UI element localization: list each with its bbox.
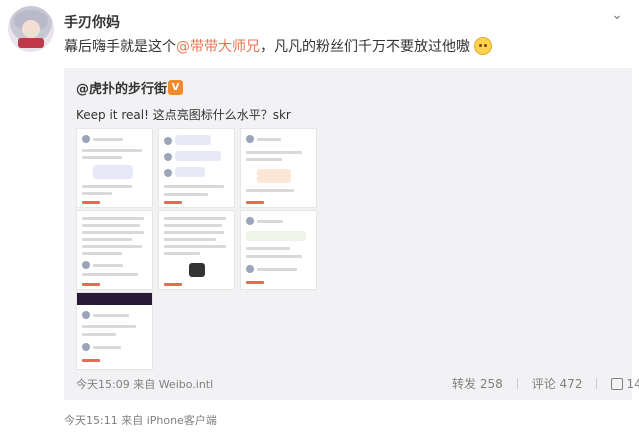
repost-image[interactable] [240, 128, 317, 208]
post-text: 幕后嗨手就是这个@带带大师兄，凡凡的粉丝们千万不要放过他嗷 [64, 36, 493, 56]
repost-actions: 转发 258 评论 472 1435 [452, 375, 639, 392]
repost-image[interactable] [76, 292, 153, 370]
repost-timestamp: 今天15:09 来自 Weibo.intl [76, 378, 214, 391]
repost-image[interactable] [240, 210, 317, 290]
like-count[interactable]: 1435 [626, 377, 639, 391]
repost-image[interactable] [158, 128, 235, 208]
repost-text: Keep it real! 这点亮图标什么水平？skr [76, 108, 291, 122]
post-text-before: 幕后嗨手就是这个 [64, 39, 176, 55]
repost-card: @虎扑的步行街 V Keep it real! 这点亮图标什么水平？skr 今天… [64, 68, 639, 400]
emoji-icon [474, 37, 493, 55]
like-icon[interactable] [611, 378, 624, 390]
chevron-down-icon[interactable]: ⌄ [608, 8, 626, 22]
comment-count-button[interactable]: 评论 472 [532, 377, 583, 391]
post-text-after: ，凡凡的粉丝们千万不要放过他嗷 [260, 39, 470, 55]
verified-icon: V [168, 80, 183, 95]
repost-image[interactable] [158, 210, 235, 290]
post-timestamp: 今天15:11 来自 iPhone客户端 [64, 414, 217, 427]
repost-user-link[interactable]: @虎扑的步行街 [76, 78, 167, 97]
mention-link[interactable]: @带带大师兄 [176, 39, 260, 55]
repost-count-button[interactable]: 转发 258 [452, 377, 503, 391]
repost-image[interactable] [76, 210, 153, 290]
repost-image[interactable] [76, 128, 153, 208]
author-name[interactable]: 手刃你妈 [64, 12, 120, 32]
avatar[interactable] [8, 6, 54, 52]
